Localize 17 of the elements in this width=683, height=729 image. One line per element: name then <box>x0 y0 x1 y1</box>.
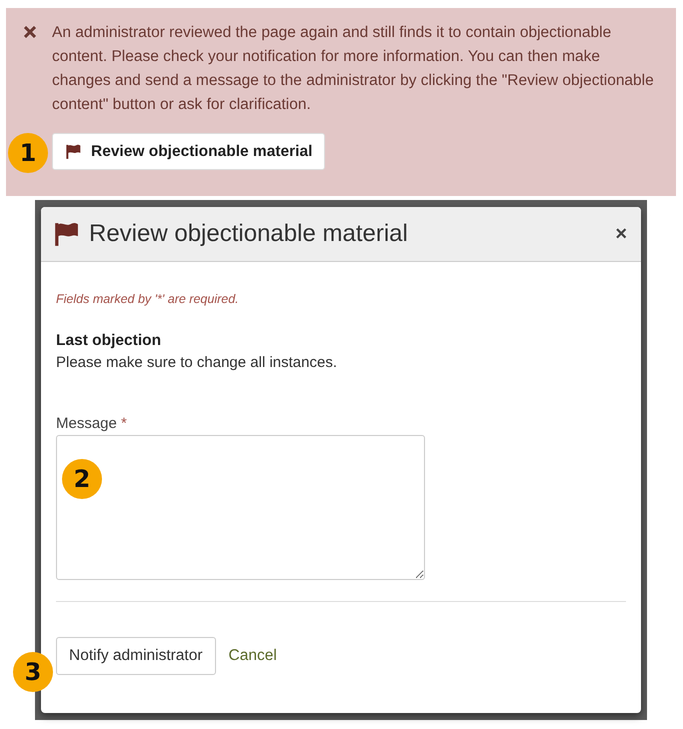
field-label: Message <box>56 415 117 432</box>
objection-text: Please make sure to change all instances. <box>56 354 338 371</box>
cancel-link[interactable]: Cancel <box>228 647 277 665</box>
review-button[interactable]: Review objectionable material <box>52 133 326 170</box>
notify-button[interactable]: Notify administrator <box>56 637 216 675</box>
required-mark: * <box>121 415 127 432</box>
flag-icon <box>53 222 79 246</box>
dialog-title: Review objectionable material <box>89 220 409 248</box>
alert-message: An administrator reviewed the page again and still finds it to contain objectionable content. Please check your notification for more information. You can then make changes and send a message to the administrator by clicking the "Review objectionable content" button or ask for clarification. <box>52 23 655 115</box>
section-heading: Last objection <box>56 332 162 350</box>
callout-number: 3 <box>13 652 53 692</box>
required-note: Fields marked by '*' are required. <box>56 292 240 306</box>
close-button[interactable]: × <box>615 222 627 246</box>
flag-icon <box>65 144 81 159</box>
callout-number: 1 <box>8 133 48 173</box>
message-field[interactable] <box>56 435 425 580</box>
close-icon[interactable] <box>24 26 36 38</box>
